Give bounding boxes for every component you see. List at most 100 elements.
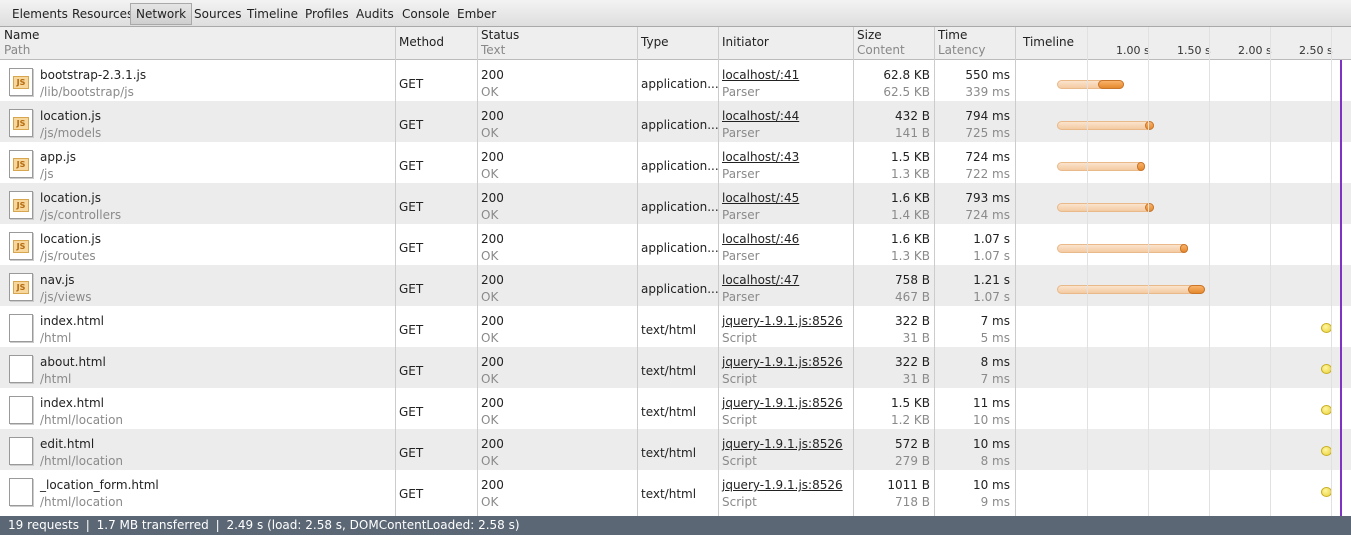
request-initiator-type: Parser (722, 249, 760, 263)
timeline-tick: 2.50 s (1299, 44, 1333, 57)
request-initiator-link[interactable]: localhost/:45 (722, 191, 799, 205)
request-name[interactable]: bootstrap-2.3.1.js (40, 68, 146, 82)
html-file-icon (9, 314, 33, 342)
column-divider[interactable] (637, 27, 638, 516)
header-size[interactable]: Size Content (853, 27, 934, 60)
request-time: 724 ms (965, 150, 1010, 164)
receiving-bar (1098, 80, 1125, 89)
header-name-label: Name (4, 28, 40, 42)
request-initiator-link[interactable]: localhost/:46 (722, 232, 799, 246)
request-time: 10 ms (972, 478, 1010, 492)
tab-audits[interactable]: Audits (350, 3, 400, 25)
request-initiator-type: Script (722, 331, 757, 345)
request-content-size: 1.2 KB (891, 413, 930, 427)
js-file-icon: JS (9, 273, 33, 301)
request-status: 200 (481, 109, 504, 123)
request-status-text: OK (481, 85, 499, 99)
request-status: 200 (481, 355, 504, 369)
request-initiator-link[interactable]: jquery-1.9.1.js:8526 (722, 355, 843, 369)
request-type: text/html (641, 364, 697, 378)
header-name[interactable]: Name Path (0, 27, 395, 60)
request-size: 1.5 KB (891, 150, 930, 164)
request-size: 1011 B (887, 478, 930, 492)
request-name[interactable]: nav.js (40, 273, 75, 287)
header-time-label: Time (938, 28, 968, 42)
html-file-icon (9, 478, 33, 506)
js-file-icon: JS (9, 68, 33, 96)
tab-sources[interactable]: Sources (188, 3, 247, 25)
receiving-bar (1137, 162, 1146, 171)
request-type: text/html (641, 323, 697, 337)
request-name[interactable]: location.js (40, 232, 101, 246)
request-status-text: OK (481, 413, 499, 427)
header-initiator[interactable]: Initiator (718, 27, 853, 60)
column-divider[interactable] (934, 27, 935, 516)
header-path-label: Path (4, 43, 31, 57)
request-path: /js (40, 167, 54, 181)
tab-elements[interactable]: Elements (6, 3, 74, 25)
request-path: /html (40, 331, 72, 345)
waiting-bar (1057, 121, 1154, 130)
tab-resources[interactable]: Resources (66, 3, 139, 25)
request-content-size: 31 B (902, 372, 930, 386)
request-name[interactable]: _location_form.html (40, 478, 159, 492)
header-time[interactable]: Time Latency (934, 27, 1015, 60)
tab-network[interactable]: Network (130, 3, 193, 25)
request-initiator-link[interactable]: jquery-1.9.1.js:8526 (722, 478, 843, 492)
column-divider[interactable] (395, 27, 396, 516)
request-name[interactable]: location.js (40, 191, 101, 205)
header-initiator-label: Initiator (722, 35, 769, 49)
timeline-gridline (1148, 27, 1149, 516)
request-name[interactable]: index.html (40, 396, 104, 410)
request-initiator-link[interactable]: jquery-1.9.1.js:8526 (722, 437, 843, 451)
request-status-text: OK (481, 290, 499, 304)
request-initiator-link[interactable]: localhost/:43 (722, 150, 799, 164)
request-name[interactable]: app.js (40, 150, 76, 164)
request-status: 200 (481, 191, 504, 205)
request-time: 794 ms (965, 109, 1010, 123)
header-method-label: Method (399, 35, 445, 49)
request-initiator-link[interactable]: localhost/:47 (722, 273, 799, 287)
tab-profiles[interactable]: Profiles (299, 3, 355, 25)
request-initiator-link[interactable]: localhost/:41 (722, 68, 799, 82)
request-type: application... (641, 282, 719, 296)
header-latency-label: Latency (938, 43, 986, 57)
request-latency: 8 ms (980, 454, 1010, 468)
request-name[interactable]: about.html (40, 355, 106, 369)
request-initiator-type: Parser (722, 85, 760, 99)
request-initiator-link[interactable]: localhost/:44 (722, 109, 799, 123)
js-file-icon: JS (9, 109, 33, 137)
request-name[interactable]: index.html (40, 314, 104, 328)
request-status: 200 (481, 68, 504, 82)
column-divider[interactable] (477, 27, 478, 516)
load-event-marker (1340, 60, 1342, 535)
request-status-text: OK (481, 372, 499, 386)
header-type[interactable]: Type (637, 27, 718, 60)
js-badge-icon: JS (13, 240, 29, 253)
request-size: 432 B (895, 109, 930, 123)
column-divider[interactable] (853, 27, 854, 516)
header-status[interactable]: Status Text (477, 27, 637, 60)
header-text-label: Text (481, 43, 506, 57)
request-name[interactable]: location.js (40, 109, 101, 123)
column-divider[interactable] (1015, 27, 1016, 516)
request-time: 8 ms (980, 355, 1010, 369)
js-badge-icon: JS (13, 158, 29, 171)
receiving-bar (1145, 203, 1154, 212)
tab-console[interactable]: Console (396, 3, 456, 25)
column-divider[interactable] (718, 27, 719, 516)
request-latency: 7 ms (980, 372, 1010, 386)
tab-timeline[interactable]: Timeline (241, 3, 304, 25)
timeline-tick: 2.00 s (1238, 44, 1272, 57)
header-method[interactable]: Method (395, 27, 477, 60)
request-name[interactable]: edit.html (40, 437, 94, 451)
request-status-text: OK (481, 249, 499, 263)
html-file-icon (9, 437, 33, 465)
tab-ember[interactable]: Ember (451, 3, 502, 25)
request-method: GET (399, 241, 424, 255)
js-badge-icon: JS (13, 76, 29, 89)
request-initiator-link[interactable]: jquery-1.9.1.js:8526 (722, 314, 843, 328)
request-initiator-link[interactable]: jquery-1.9.1.js:8526 (722, 396, 843, 410)
request-time: 10 ms (972, 437, 1010, 451)
js-file-icon: JS (9, 232, 33, 260)
